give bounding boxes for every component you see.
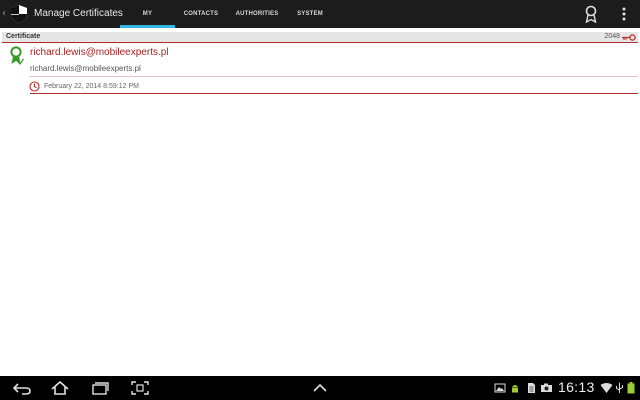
tab-my-label: MY	[142, 11, 153, 17]
divider	[30, 76, 638, 77]
system-bar: 16:13	[0, 376, 640, 400]
home-icon[interactable]	[50, 380, 70, 396]
recent-apps-icon[interactable]	[90, 380, 110, 396]
android-icon	[512, 385, 518, 393]
app-title: Manage Certificates	[34, 8, 123, 19]
item-divider	[30, 93, 638, 94]
action-bar: ‹ Manage Certificates MY CONTACTS AUTHOR…	[0, 0, 640, 28]
tab-system[interactable]: SYSTEM	[287, 0, 333, 28]
tab-active-indicator	[120, 25, 175, 28]
section-label: Certificate	[6, 33, 41, 40]
tab-my[interactable]: MY	[120, 0, 175, 28]
wifi-icon	[600, 383, 613, 393]
tab-authorities[interactable]: AUTHORITIES	[227, 0, 287, 28]
certificate-name: richard.lewis@mobileexperts.pl	[30, 47, 169, 58]
shield-icon[interactable]	[9, 4, 29, 24]
key-icon	[622, 34, 636, 41]
section-header: Certificate 2048	[2, 32, 638, 43]
key-size-count: 2048	[604, 33, 620, 40]
overflow-menu-icon[interactable]	[620, 6, 628, 22]
award-icon[interactable]	[583, 5, 599, 23]
up-chevron-icon[interactable]: ‹	[2, 8, 6, 19]
battery-icon	[627, 382, 635, 394]
clock-icon	[29, 81, 40, 92]
tab-system-label: SYSTEM	[297, 11, 323, 17]
up-arrow-icon[interactable]	[310, 380, 330, 396]
status-clock: 16:13	[558, 379, 595, 395]
gallery-icon	[494, 383, 506, 393]
tab-contacts-label: CONTACTS	[183, 11, 219, 17]
list-item[interactable]: richard.lewis@mobileexperts.pl richard.l…	[2, 44, 638, 96]
certificate-subject: richard.lewis@mobileexperts.pl	[30, 64, 141, 73]
tab-authorities-label: AUTHORITIES	[235, 11, 279, 17]
camera-icon	[541, 383, 552, 392]
document-icon	[528, 383, 535, 393]
certificate-valid-icon	[10, 46, 24, 65]
usb-icon	[616, 382, 623, 393]
tab-contacts[interactable]: CONTACTS	[175, 0, 227, 28]
screenshot-icon[interactable]	[130, 380, 150, 396]
certificate-date: February 22, 2014 8:59:12 PM	[44, 83, 139, 90]
back-icon[interactable]	[12, 380, 32, 396]
